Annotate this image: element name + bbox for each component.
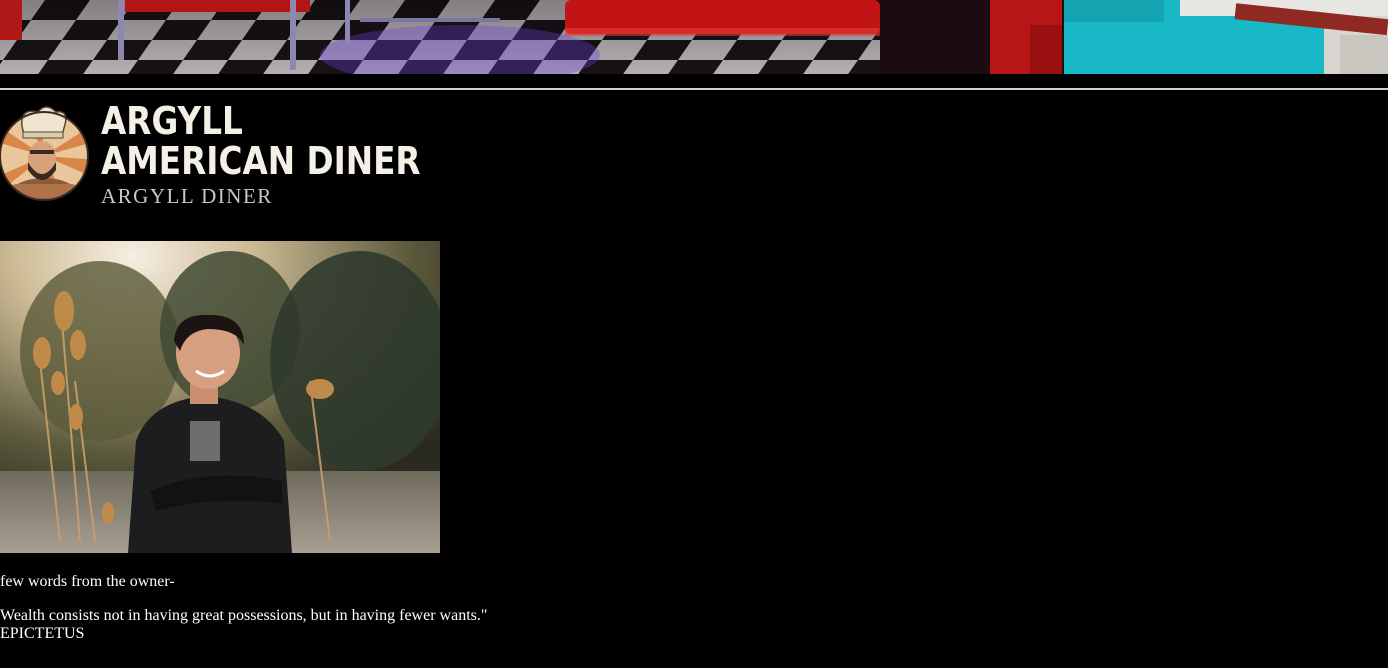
chef-mascot-icon (0, 106, 89, 201)
header-divider (0, 88, 1388, 90)
logo-title-line2: AMERICAN DINER (101, 139, 421, 183)
diner-interior-illustration (0, 0, 1388, 74)
site-logo[interactable]: ARGYLL AMERICAN DINER ARGYLL DINER (0, 98, 421, 210)
logo-subtitle: ARGYLL DINER (101, 184, 273, 208)
owner-portrait-image (0, 241, 440, 553)
owner-heading: few words from the owner- (0, 573, 175, 590)
owner-photo (0, 241, 440, 553)
owner-quote: Wealth consists not in having great poss… (0, 607, 488, 624)
header-banner-image (0, 0, 1388, 74)
logo-title-line1: ARGYLL (101, 99, 243, 143)
quote-author: EPICTETUS (0, 625, 85, 642)
owner-message: few words from the owner- Wealth consist… (0, 573, 700, 643)
